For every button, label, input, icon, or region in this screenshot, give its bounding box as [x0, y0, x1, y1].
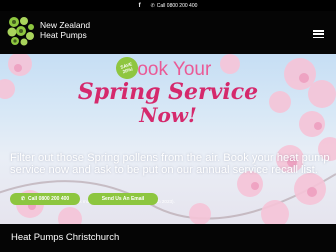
hero-title-line-3: Now!: [139, 103, 197, 127]
brand-line-1: New Zealand: [40, 20, 91, 30]
call-button[interactable]: ✆ Call 0800 200 400: [10, 193, 80, 205]
logo-icon[interactable]: [6, 15, 36, 49]
email-button-label: Send Us An Email: [101, 196, 145, 202]
hero-title-line-1: Book Your: [124, 59, 212, 80]
top-phone-link[interactable]: Call 0800 200 400: [157, 3, 198, 9]
hero-title-line-2: Spring Service: [77, 79, 259, 105]
hero-description: Filter out those Spring pollens from the…: [10, 152, 330, 176]
email-button[interactable]: Send Us An Email: [88, 193, 158, 205]
facebook-icon[interactable]: f: [139, 3, 141, 9]
section-heading: Heat Pumps Christchurch: [11, 232, 120, 243]
call-button-label: Call 0800 200 400: [28, 196, 70, 202]
brand-line-2: Heat Pumps: [40, 30, 87, 40]
site-header: New Zealand Heat Pumps: [0, 11, 336, 54]
phone-icon: ✆: [150, 2, 155, 9]
hamburger-menu-icon[interactable]: [313, 30, 324, 38]
phone-icon: ✆: [20, 196, 26, 202]
brand-name[interactable]: New Zealand Heat Pumps: [40, 20, 90, 40]
top-bar: f ✆ Call 0800 200 400: [0, 0, 336, 11]
